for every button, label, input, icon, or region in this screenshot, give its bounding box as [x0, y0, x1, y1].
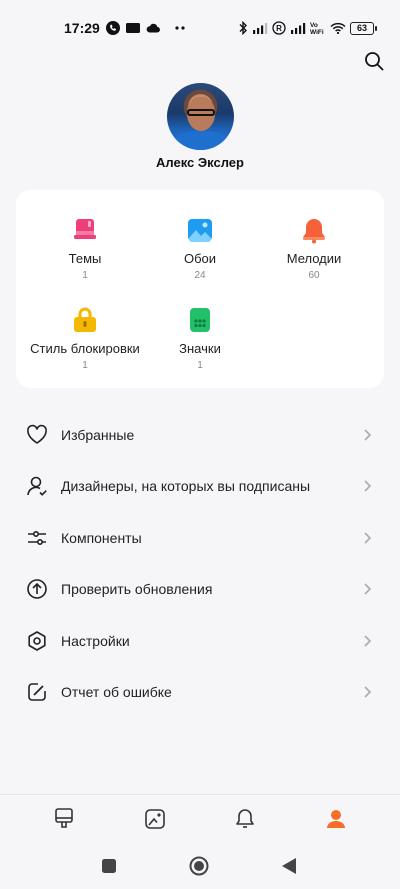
category-label: Обои	[183, 251, 217, 266]
categories-card: Темы 1 Обои 24 Мелодии 60 Стиль блокиров…	[16, 190, 384, 388]
bluetooth-icon	[239, 21, 247, 35]
lock-icon	[74, 307, 96, 332]
category-lock-style[interactable]: Стиль блокировки 1	[20, 306, 150, 371]
chevron-right-icon	[364, 635, 372, 647]
chevron-right-icon	[364, 583, 372, 595]
status-bar: 17:29 R Vo WiFi 63	[0, 0, 400, 56]
status-time: 17:29	[64, 20, 100, 36]
brush-icon[interactable]	[52, 807, 76, 831]
category-count: 1	[82, 360, 88, 371]
cloud-icon	[146, 23, 160, 33]
roaming-icon: R	[272, 21, 286, 35]
icons-icon	[190, 308, 210, 332]
home-button[interactable]	[189, 856, 209, 876]
theme-icon	[74, 219, 96, 239]
search-icon[interactable]	[362, 49, 386, 73]
sliders-icon	[28, 530, 46, 545]
category-ringtones[interactable]: Мелодии 60	[249, 216, 379, 281]
category-count: 60	[308, 270, 320, 281]
menu-item-followed-designers[interactable]: Дизайнеры, на которых вы подписаны	[0, 461, 400, 513]
category-label: Темы	[68, 251, 102, 266]
svg-text:R: R	[276, 24, 282, 33]
menu-label: Избранные	[61, 426, 135, 443]
menu-item-check-updates[interactable]: Проверить обновления	[0, 564, 400, 616]
category-count: 24	[194, 270, 206, 281]
edit-square-icon	[28, 683, 46, 702]
svg-text:Vo: Vo	[310, 22, 318, 29]
user-name: Алекс Экслер	[156, 155, 244, 170]
heart-icon	[27, 424, 47, 444]
signal-icon	[253, 23, 268, 34]
person-check-icon	[27, 476, 47, 497]
menu-item-favorites[interactable]: Избранные	[0, 409, 400, 461]
menu-item-components[interactable]: Компоненты	[0, 512, 400, 564]
image-icon[interactable]	[143, 807, 167, 831]
more-dots-icon	[175, 26, 185, 30]
chevron-right-icon	[364, 480, 372, 492]
arrow-up-circle-icon	[27, 579, 47, 600]
category-icons[interactable]: Значки 1	[135, 306, 265, 371]
bell-nav-icon[interactable]	[233, 807, 257, 831]
back-button[interactable]	[281, 857, 297, 875]
menu-label: Настройки	[61, 632, 130, 649]
menu-label: Компоненты	[61, 529, 142, 546]
chevron-right-icon	[364, 686, 372, 698]
wifi-icon	[330, 22, 346, 34]
menu-label: Дизайнеры, на которых вы подписаны	[61, 478, 311, 495]
category-themes[interactable]: Темы 1	[20, 216, 150, 281]
menu-item-settings[interactable]: Настройки	[0, 615, 400, 667]
svg-text:WiFi: WiFi	[310, 29, 324, 35]
menu-label: Отчет об ошибке	[61, 684, 172, 701]
system-nav-bar	[0, 848, 400, 889]
category-wallpapers[interactable]: Обои 24	[135, 216, 265, 281]
recent-apps-button[interactable]	[101, 858, 117, 874]
avatar[interactable]	[167, 83, 234, 150]
phone-call-icon	[105, 21, 120, 35]
bell-icon	[303, 219, 325, 244]
profile-icon[interactable]	[324, 807, 348, 831]
category-count: 1	[197, 360, 203, 371]
signal-2-icon	[291, 23, 306, 34]
chevron-right-icon	[364, 532, 372, 544]
menu-item-bug-report[interactable]: Отчет об ошибке	[0, 667, 400, 719]
battery-indicator: 63	[350, 21, 377, 35]
chevron-right-icon	[364, 429, 372, 441]
category-label: Значки	[179, 341, 221, 356]
settings-icon	[28, 630, 46, 651]
category-label: Стиль блокировки	[30, 341, 140, 356]
category-count: 1	[82, 270, 88, 281]
menu-list: Избранные Дизайнеры, на которых вы подпи…	[0, 409, 400, 718]
bottom-nav	[0, 794, 400, 844]
message-icon	[125, 23, 140, 33]
category-label: Мелодии	[286, 251, 342, 266]
menu-label: Проверить обновления	[61, 581, 213, 598]
wallpaper-icon	[188, 219, 212, 242]
vowifi-icon: VoWiFi	[310, 22, 324, 35]
